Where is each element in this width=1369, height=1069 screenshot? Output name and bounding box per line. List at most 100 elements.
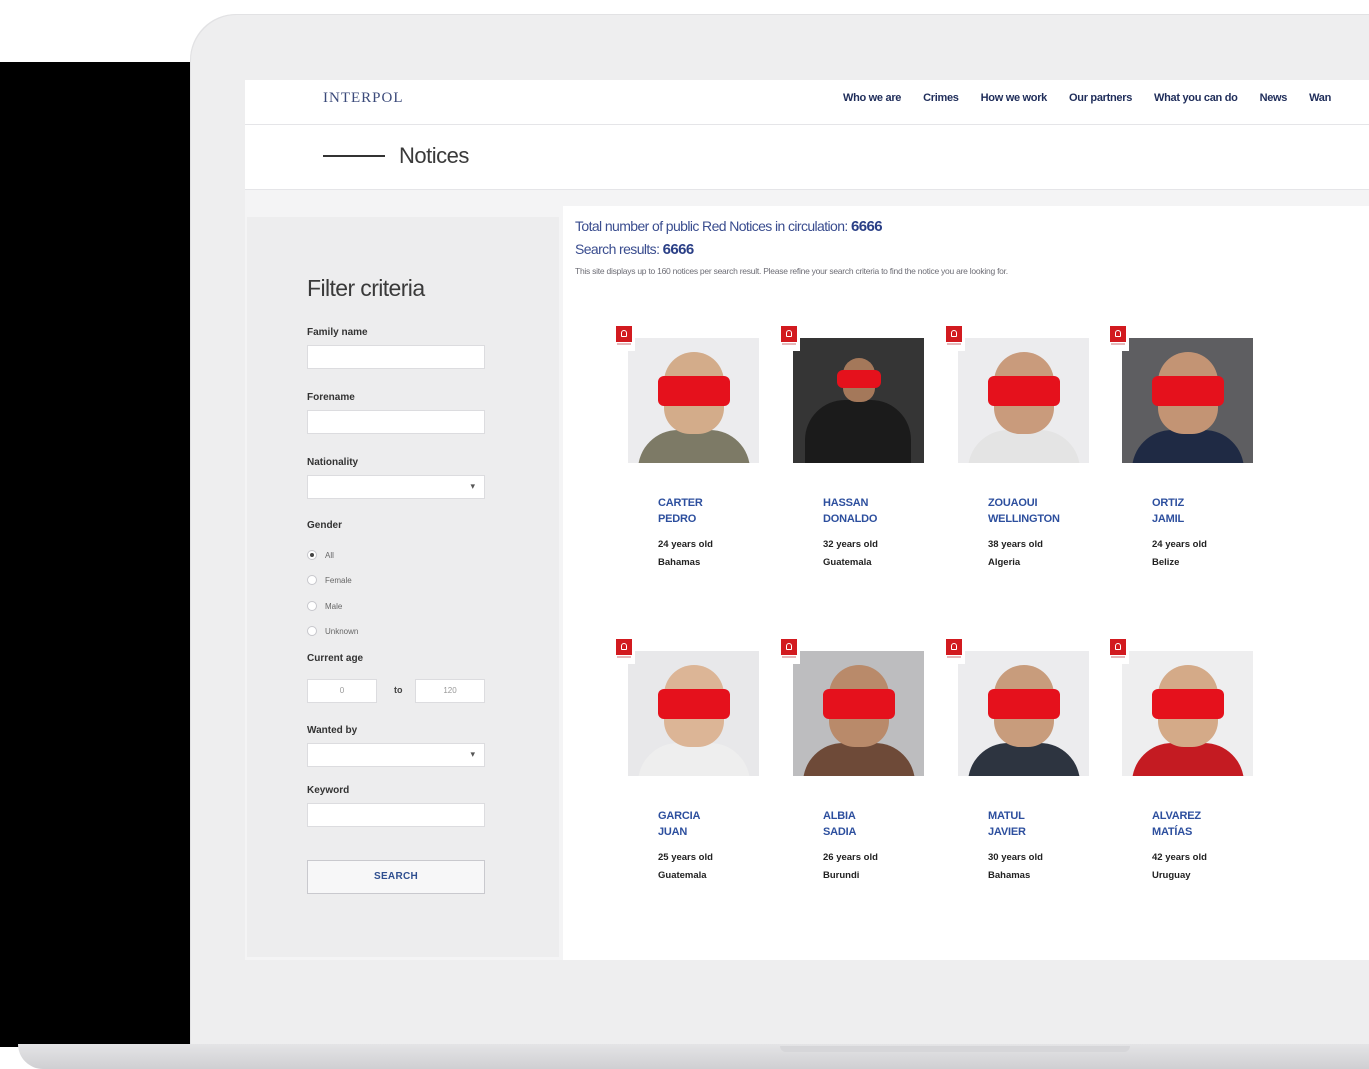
nav-how-we-work[interactable]: How we work	[981, 92, 1048, 104]
notice-nationality: Bahamas	[658, 557, 701, 568]
notice-photo[interactable]	[958, 651, 1089, 776]
notice-forename[interactable]: MATÍAS	[1152, 824, 1201, 840]
radio-unknown[interactable]	[307, 626, 317, 636]
keyword-input[interactable]	[307, 803, 485, 827]
notice-card[interactable]: CARTER PEDRO 24 years old Bahamas	[613, 323, 763, 593]
notice-photo[interactable]	[793, 651, 924, 776]
gender-option-male[interactable]: Male	[307, 599, 342, 613]
notice-family-name[interactable]: ORTIZ	[1152, 495, 1184, 511]
nationality-select[interactable]	[307, 475, 485, 499]
notice-name[interactable]: HASSAN DONALDO	[823, 495, 877, 527]
nav-what-you-can-do[interactable]: What you can do	[1154, 92, 1238, 104]
person-torso	[1132, 743, 1244, 776]
badge-emblem	[1110, 326, 1126, 342]
notice-nationality: Guatemala	[658, 870, 707, 881]
notice-card[interactable]: ORTIZ JAMIL 24 years old Belize	[1107, 323, 1257, 593]
notice-name[interactable]: ALVAREZ MATÍAS	[1152, 808, 1201, 840]
radio-female[interactable]	[307, 575, 317, 585]
notice-forename[interactable]: DONALDO	[823, 511, 877, 527]
notice-age: 30 years old	[988, 852, 1043, 863]
notice-forename[interactable]: JAMIL	[1152, 511, 1184, 527]
notice-nationality: Algeria	[988, 557, 1021, 568]
wanted-by-label: Wanted by	[307, 725, 358, 736]
notice-age: 24 years old	[1152, 539, 1207, 550]
notice-card[interactable]: MATUL JAVIER 30 years old Bahamas	[943, 636, 1093, 906]
background-panel	[0, 62, 200, 1047]
nav-news[interactable]: News	[1260, 92, 1288, 104]
gender-option-unknown[interactable]: Unknown	[307, 624, 358, 638]
notice-photo[interactable]	[793, 338, 924, 463]
notice-name[interactable]: ALBIA SADIA	[823, 808, 856, 840]
age-from-input[interactable]: 0	[307, 679, 377, 703]
notice-family-name[interactable]: MATUL	[988, 808, 1026, 824]
family-name-input[interactable]	[307, 345, 485, 369]
laptop-base-notch	[780, 1046, 1130, 1052]
badge-emblem	[1110, 639, 1126, 655]
interpol-logo[interactable]: INTERPOL	[323, 90, 404, 107]
notice-forename[interactable]: WELLINGTON	[988, 511, 1060, 527]
red-notice-badge-icon	[778, 323, 800, 351]
nav-our-partners[interactable]: Our partners	[1069, 92, 1132, 104]
radio-label: Male	[325, 601, 343, 611]
notice-name[interactable]: ORTIZ JAMIL	[1152, 495, 1184, 527]
person-torso	[968, 430, 1080, 463]
notice-photo[interactable]	[1122, 651, 1253, 776]
search-button[interactable]: SEARCH	[307, 860, 485, 894]
notice-name[interactable]: MATUL JAVIER	[988, 808, 1026, 840]
gender-option-female[interactable]: Female	[307, 573, 352, 587]
person-torso	[805, 400, 911, 463]
badge-caption	[947, 343, 961, 345]
notice-family-name[interactable]: ALBIA	[823, 808, 856, 824]
notice-card[interactable]: ALVAREZ MATÍAS 42 years old Uruguay	[1107, 636, 1257, 906]
notice-photo[interactable]	[628, 651, 759, 776]
notice-family-name[interactable]: ALVAREZ	[1152, 808, 1201, 824]
notice-family-name[interactable]: CARTER	[658, 495, 703, 511]
person-torso	[638, 430, 750, 463]
wanted-by-select[interactable]	[307, 743, 485, 767]
notice-card[interactable]: HASSAN DONALDO 32 years old Guatemala	[778, 323, 928, 593]
badge-caption	[782, 656, 796, 658]
notice-card[interactable]: ALBIA SADIA 26 years old Burundi	[778, 636, 928, 906]
notice-nationality: Belize	[1152, 557, 1180, 568]
nav-who-we-are[interactable]: Who we are	[843, 92, 901, 104]
notice-forename[interactable]: JUAN	[658, 824, 700, 840]
notice-nationality: Uruguay	[1152, 870, 1191, 881]
badge-emblem	[946, 639, 962, 655]
notice-name[interactable]: ZOUAOUI WELLINGTON	[988, 495, 1060, 527]
page-title-bar: Notices	[245, 125, 1369, 190]
notice-card[interactable]: ZOUAOUI WELLINGTON 38 years old Algeria	[943, 323, 1093, 593]
badge-caption	[617, 343, 631, 345]
notice-photo[interactable]	[958, 338, 1089, 463]
nav-wanted[interactable]: Wan	[1309, 92, 1331, 104]
forename-input[interactable]	[307, 410, 485, 434]
keyword-label: Keyword	[307, 785, 350, 796]
gender-option-all[interactable]: All	[307, 548, 334, 562]
notice-family-name[interactable]: HASSAN	[823, 495, 877, 511]
notice-family-name[interactable]: GARCIA	[658, 808, 700, 824]
notice-photo[interactable]	[1122, 338, 1253, 463]
person-torso	[638, 743, 750, 776]
radio-male[interactable]	[307, 601, 317, 611]
notice-name[interactable]: CARTER PEDRO	[658, 495, 703, 527]
red-blindfold	[823, 689, 895, 719]
notice-photo[interactable]	[628, 338, 759, 463]
laptop-base	[18, 1044, 1369, 1069]
top-navigation-bar: INTERPOL Who we are Crimes How we work O…	[245, 80, 1369, 125]
age-to-input[interactable]: 120	[415, 679, 485, 703]
red-notice-badge-icon	[613, 323, 635, 351]
radio-all[interactable]	[307, 550, 317, 560]
notice-forename[interactable]: JAVIER	[988, 824, 1026, 840]
nav-crimes[interactable]: Crimes	[923, 92, 959, 104]
notice-family-name[interactable]: ZOUAOUI	[988, 495, 1060, 511]
notice-age: 25 years old	[658, 852, 713, 863]
notice-age: 32 years old	[823, 539, 878, 550]
notice-card[interactable]: GARCIA JUAN 25 years old Guatemala	[613, 636, 763, 906]
person-torso	[1132, 430, 1244, 463]
person-torso	[968, 743, 1080, 776]
results-area: Total number of public Red Notices in ci…	[563, 206, 1369, 960]
notice-forename[interactable]: SADIA	[823, 824, 856, 840]
badge-emblem	[781, 326, 797, 342]
person-torso	[803, 743, 915, 776]
notice-forename[interactable]: PEDRO	[658, 511, 703, 527]
notice-name[interactable]: GARCIA JUAN	[658, 808, 700, 840]
